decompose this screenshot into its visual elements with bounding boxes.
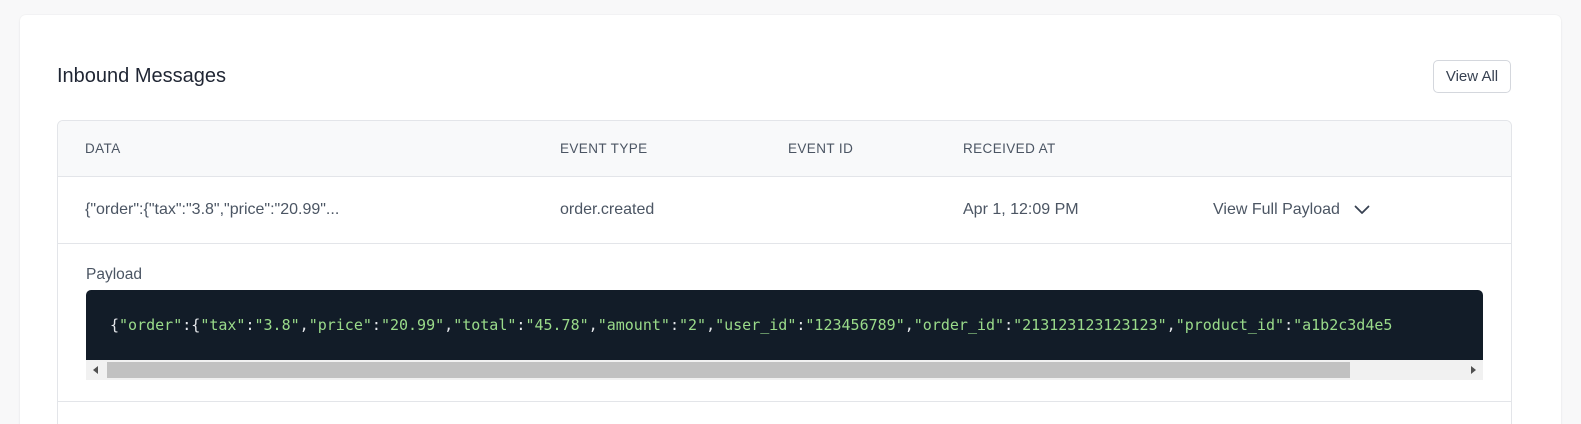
table-header: DATA EVENT TYPE EVENT ID RECEIVED AT <box>58 121 1511 177</box>
json-key: "product_id" <box>1175 316 1285 334</box>
json-value: "213123123123123" <box>1013 316 1167 334</box>
json-value: "3.8" <box>254 316 300 334</box>
json-punctuation: : <box>1284 316 1294 334</box>
card-title: Inbound Messages <box>57 65 227 87</box>
json-key: "price" <box>308 316 372 334</box>
scroll-left-button[interactable] <box>86 360 106 380</box>
json-punctuation: : <box>669 316 679 334</box>
json-punctuation: , <box>1166 316 1176 334</box>
json-key: "amount" <box>597 316 670 334</box>
json-punctuation: , <box>299 316 309 334</box>
view-full-payload-label: View Full Payload <box>1213 201 1340 218</box>
cell-event-type: order.created <box>560 201 655 218</box>
json-punctuation: : <box>1004 316 1014 334</box>
json-value: "123456789" <box>805 316 905 334</box>
json-key: "user_id" <box>715 316 797 334</box>
json-punctuation: , <box>904 316 914 334</box>
json-value: "45.78" <box>525 316 589 334</box>
column-header-received-at: RECEIVED AT <box>963 141 1056 156</box>
scrollbar-thumb[interactable] <box>107 362 1350 378</box>
payload-panel: Payload {"order":{"tax":"3.8","price":"2… <box>58 244 1511 402</box>
triangle-right-icon <box>1471 366 1476 374</box>
payload-code-line: {"order":{"tax":"3.8","price":"20.99","t… <box>110 316 1392 334</box>
json-value: "2" <box>678 316 707 334</box>
view-full-payload-toggle[interactable]: View Full Payload <box>1213 201 1370 219</box>
cell-data: {"order":{"tax":"3.8","price":"20.99"... <box>85 201 340 218</box>
chevron-down-icon <box>1354 205 1370 214</box>
json-key: "total" <box>453 316 517 334</box>
json-punctuation: : <box>245 316 255 334</box>
json-punctuation: : <box>371 316 381 334</box>
table-row[interactable]: {"order":{"tax":"3.8","price":"20.99"...… <box>58 177 1511 244</box>
view-all-button[interactable]: View All <box>1433 60 1511 93</box>
column-header-event-type: EVENT TYPE <box>560 141 648 156</box>
messages-table: DATA EVENT TYPE EVENT ID RECEIVED AT {"o… <box>57 120 1512 424</box>
column-header-data: DATA <box>85 141 121 156</box>
json-key: "tax" <box>200 316 246 334</box>
json-key: "order_id" <box>913 316 1005 334</box>
triangle-left-icon <box>93 366 98 374</box>
scroll-right-button[interactable] <box>1463 360 1483 380</box>
json-punctuation: , <box>706 316 716 334</box>
json-punctuation: , <box>588 316 598 334</box>
column-header-event-id: EVENT ID <box>788 141 854 156</box>
json-punctuation: :{ <box>182 316 201 334</box>
horizontal-scrollbar[interactable] <box>86 360 1483 380</box>
json-punctuation: , <box>444 316 454 334</box>
json-value: "20.99" <box>380 316 445 334</box>
payload-code-block[interactable]: {"order":{"tax":"3.8","price":"20.99","t… <box>86 290 1483 380</box>
json-key: "order" <box>119 316 183 334</box>
payload-label: Payload <box>86 266 143 283</box>
json-punctuation: { <box>110 316 120 334</box>
inbound-messages-card: Inbound Messages View All DATA EVENT TYP… <box>20 15 1561 424</box>
cell-received-at: Apr 1, 12:09 PM <box>963 201 1079 218</box>
json-value: "a1b2c3d4e5 <box>1293 316 1393 334</box>
